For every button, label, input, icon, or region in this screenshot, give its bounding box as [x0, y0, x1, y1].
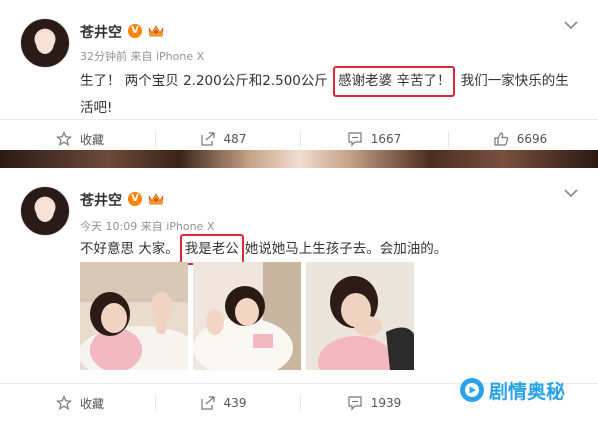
highlight-box: 我是老公	[179, 234, 244, 265]
favorite-label: 收藏	[79, 396, 104, 411]
post-meta: 今天 10:09 来自 iPhone X	[80, 218, 214, 234]
chevron-down-icon[interactable]	[564, 188, 578, 198]
post-photo-3[interactable]	[306, 262, 414, 370]
repost-count: 487	[223, 132, 247, 146]
share-icon	[200, 396, 215, 410]
star-icon	[55, 131, 72, 146]
image-strip	[0, 150, 598, 168]
repost-button[interactable]: 439	[153, 384, 293, 422]
highlight-box: 感谢老婆 辛苦了！	[333, 66, 456, 97]
comment-count: 1939	[370, 396, 402, 410]
author-name[interactable]: 苍井空	[80, 190, 122, 210]
repost-count: 439	[223, 396, 247, 410]
divider	[300, 131, 301, 147]
watermark-text: 剧情奥秘	[489, 380, 566, 403]
post-meta: 32分钟前 来自 iPhone X	[80, 48, 204, 64]
verified-badge-icon: V	[128, 192, 142, 206]
comment-icon	[348, 132, 362, 147]
chevron-down-icon[interactable]	[564, 20, 578, 30]
verified-badge-icon: V	[128, 24, 142, 38]
share-icon	[200, 132, 215, 146]
post-time[interactable]: 32分钟前	[80, 50, 127, 63]
comment-count: 1667	[370, 132, 402, 146]
post-text-part: 生了！ 两个宝贝 2.200公斤和2.500公斤	[80, 73, 333, 89]
post-text: 不好意思 大家。 我是老公 她说她马上生孩子去。会加油的。	[80, 234, 580, 265]
post-text-part: 她说她马上生孩子去。会加油的。	[244, 241, 448, 257]
post-photo-2[interactable]	[193, 262, 301, 370]
thumbs-up-icon	[494, 132, 508, 146]
watermark: 剧情奥秘	[459, 375, 565, 405]
member-crown-icon	[148, 193, 164, 205]
post-source: 来自 iPhone X	[140, 220, 215, 233]
watermark-logo-icon	[460, 378, 484, 402]
author-name[interactable]: 苍井空	[80, 22, 122, 42]
comment-button[interactable]: 1939	[304, 384, 444, 422]
post-photo-1[interactable]	[80, 262, 188, 370]
avatar[interactable]	[20, 18, 70, 68]
star-icon	[55, 395, 72, 410]
divider	[300, 395, 301, 411]
divider	[448, 131, 449, 147]
post-text-part: 不好意思 大家。	[80, 241, 179, 257]
like-count: 6696	[516, 132, 548, 146]
post-time[interactable]: 今天 10:09	[80, 220, 137, 233]
post-text: 生了！ 两个宝贝 2.200公斤和2.500公斤 感谢老婆 辛苦了！ 我们一家快…	[80, 66, 580, 120]
avatar[interactable]	[20, 186, 70, 236]
weibo-post-1: 苍井空 V 32分钟前 来自 iPhone X 生了！ 两个宝贝 2.200公斤…	[0, 0, 598, 150]
post-source: 来自 iPhone X	[130, 50, 205, 63]
member-crown-icon	[148, 25, 164, 37]
favorite-label: 收藏	[79, 132, 104, 147]
comment-icon	[348, 396, 362, 411]
favorite-button[interactable]: 收藏	[10, 384, 150, 422]
